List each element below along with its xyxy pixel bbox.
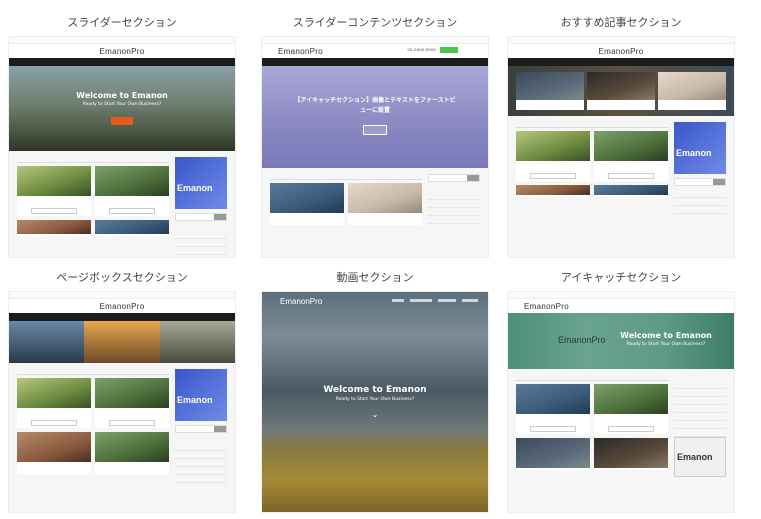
nav-bar [9,58,235,66]
post-card[interactable] [95,220,169,236]
hero-cta-button[interactable] [363,125,387,135]
post-card[interactable] [95,378,169,428]
phone-number: 00-0000-0000 [407,47,436,52]
post-card[interactable] [516,438,590,470]
read-more-button[interactable] [608,426,654,432]
post-card[interactable] [594,438,668,470]
screenshot-recommended: EmanonPro Emanon [507,36,735,258]
nav-bar [508,58,734,66]
site-logo: EmanonPro [9,299,235,313]
page-box[interactable] [9,321,85,363]
post-thumbnail [95,166,169,196]
post-card[interactable] [17,220,91,236]
cell-title: 動画セクション [336,271,414,284]
site-logo: EmanonPro [278,47,323,56]
post-card[interactable] [516,72,584,110]
sidebar-ad[interactable]: Emanon [175,369,227,421]
sidebar-search[interactable] [674,178,726,186]
hero-title: 【アイキャッチセクション】画像とテキストをファーストビューに設置 [294,97,456,114]
post-card[interactable] [348,183,422,225]
post-card[interactable] [270,183,344,225]
hero-subtitle: Ready to Start Your Own Business? [626,342,706,347]
sidebar-search[interactable] [175,425,227,433]
cell-title: スライダーセクション [67,16,177,29]
nav-bar [262,58,488,66]
cell-title: アイキャッチセクション [560,271,682,284]
read-more-button[interactable] [530,426,576,432]
post-card[interactable] [17,378,91,428]
post-card[interactable] [17,432,91,474]
search-icon[interactable] [713,179,725,185]
read-more-button[interactable] [109,420,155,426]
cell-title: ページボックスセクション [56,271,188,284]
post-card[interactable] [658,72,726,110]
nav-bar [392,299,478,302]
site-logo: EmanonPro [280,297,323,306]
site-logo: EmanonPro [508,44,734,58]
page-box[interactable] [84,321,160,363]
post-card[interactable] [516,131,590,181]
post-card[interactable] [587,72,655,110]
screenshot-video: EmanonPro Welcome to Emanon Ready to Sta… [261,291,489,513]
recommended-strip [508,66,734,116]
chevron-down-icon[interactable]: ⌄ [262,410,488,419]
hero-slider: Welcome to Emanon Ready to Start Your Ow… [9,66,235,151]
hero-title: Welcome to Emanon [76,91,168,100]
read-more-button[interactable] [31,208,77,214]
sidebar-ad[interactable]: Emanon [674,437,726,477]
read-more-button[interactable] [31,420,77,426]
nav-bar [9,313,235,321]
hero-cta-button[interactable] [111,117,133,125]
post-card[interactable] [95,432,169,474]
read-more-button[interactable] [608,173,654,179]
page-box-strip [9,321,235,363]
site-logo: EmanonPro [524,302,569,311]
cell-title: おすすめ記事セクション [560,16,682,29]
sidebar-ad[interactable]: Emanon [175,157,227,209]
hero-subtitle: Ready to Start Your Own Business? [335,397,415,402]
post-card[interactable] [17,166,91,216]
hero-slider: 【アイキャッチセクション】画像とテキストをファーストビューに設置 [262,66,488,168]
post-card[interactable] [594,131,668,181]
search-icon[interactable] [214,426,226,432]
sidebar-ad[interactable]: Emanon [674,122,726,174]
screenshot-pagebox: EmanonPro Emanon [8,291,236,513]
page-box[interactable] [159,321,235,363]
post-thumbnail [17,166,91,196]
search-icon[interactable] [467,175,479,181]
hero-subtitle: Ready to Start Your Own Business? [82,102,162,107]
cell-title: スライダーコンテンツセクション [292,16,458,29]
screenshot-eyecatch: EmanonPro EmanonPro Welcome to Emanon Re… [507,291,735,513]
read-more-button[interactable] [530,173,576,179]
hero-title: Welcome to Emanon [620,331,712,340]
hero-title: Welcome to Emanon [323,385,427,395]
sidebar-search[interactable] [175,213,227,221]
eyecatch-hero: EmanonPro Welcome to Emanon Ready to Sta… [508,313,734,369]
search-icon[interactable] [214,214,226,220]
post-card[interactable] [516,384,590,434]
post-card[interactable] [594,384,668,434]
site-logo: EmanonPro [9,44,235,58]
screenshot-slider-content: EmanonPro 00-0000-0000 【アイキャッチセクション】画像とテ… [261,36,489,258]
contact-button[interactable] [440,47,458,53]
read-more-button[interactable] [109,208,155,214]
screenshot-slider: EmanonPro Welcome to Emanon Ready to Sta… [8,36,236,258]
post-card[interactable] [95,166,169,216]
sidebar-search[interactable] [428,174,480,182]
